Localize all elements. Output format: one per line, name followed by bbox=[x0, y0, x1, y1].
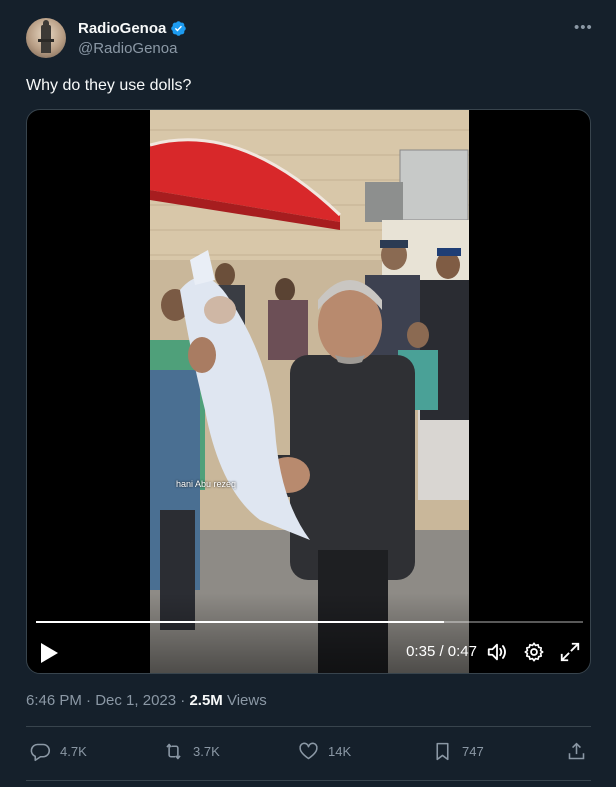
views-count: 2.5M bbox=[189, 692, 223, 709]
repost-button[interactable]: 3.7K bbox=[163, 739, 220, 763]
tweet-time[interactable]: 6:46 PM bbox=[26, 692, 82, 709]
meta-separator-2: · bbox=[176, 692, 190, 709]
tweet-date[interactable]: Dec 1, 2023 bbox=[95, 692, 176, 709]
video-watermark: hani Abu rezeq bbox=[176, 479, 237, 489]
author-display-name[interactable]: RadioGenoa bbox=[78, 19, 166, 38]
like-button[interactable]: 14K bbox=[298, 739, 351, 763]
reply-button[interactable]: 4.7K bbox=[30, 739, 87, 763]
author-handle[interactable]: @RadioGenoa bbox=[78, 39, 177, 58]
video-time-readout: 0:35 / 0:47 bbox=[406, 643, 477, 660]
bookmark-icon bbox=[436, 742, 449, 760]
more-icon: ••• bbox=[574, 19, 593, 36]
tweet-meta: 6:46 PM · Dec 1, 2023 · 2.5M Views bbox=[26, 691, 267, 711]
video-progress-fill bbox=[36, 621, 444, 623]
repost-count: 3.7K bbox=[193, 743, 220, 759]
settings-gear-icon[interactable] bbox=[523, 641, 545, 663]
bottom-divider bbox=[26, 780, 591, 781]
bookmark-button[interactable]: 747 bbox=[432, 739, 484, 763]
views-label: Views bbox=[222, 692, 267, 709]
author-avatar[interactable] bbox=[26, 18, 66, 58]
fullscreen-icon[interactable] bbox=[559, 641, 581, 663]
bookmark-count: 747 bbox=[462, 743, 484, 759]
tweet-text: Why do they use dolls? bbox=[26, 77, 192, 94]
more-options-button[interactable]: ••• bbox=[574, 18, 592, 38]
video-frame[interactable]: hani Abu rezeq bbox=[150, 110, 469, 673]
meta-separator: · bbox=[81, 692, 96, 709]
repost-icon bbox=[166, 743, 181, 759]
divider bbox=[26, 726, 591, 727]
video-player[interactable]: hani Abu rezeq 0:35 / 0:47 bbox=[26, 109, 591, 674]
volume-icon[interactable] bbox=[486, 641, 508, 663]
reply-count: 4.7K bbox=[60, 743, 87, 759]
video-still-image bbox=[150, 110, 469, 673]
play-icon[interactable] bbox=[39, 642, 59, 664]
like-count: 14K bbox=[328, 743, 352, 759]
share-button[interactable] bbox=[566, 739, 596, 763]
reply-icon bbox=[30, 743, 51, 761]
avatar-lighthouse-image bbox=[38, 20, 54, 53]
share-icon bbox=[568, 742, 585, 759]
verified-badge-icon bbox=[171, 21, 186, 36]
video-progress-bar[interactable] bbox=[36, 621, 583, 623]
like-heart-icon bbox=[299, 742, 318, 759]
